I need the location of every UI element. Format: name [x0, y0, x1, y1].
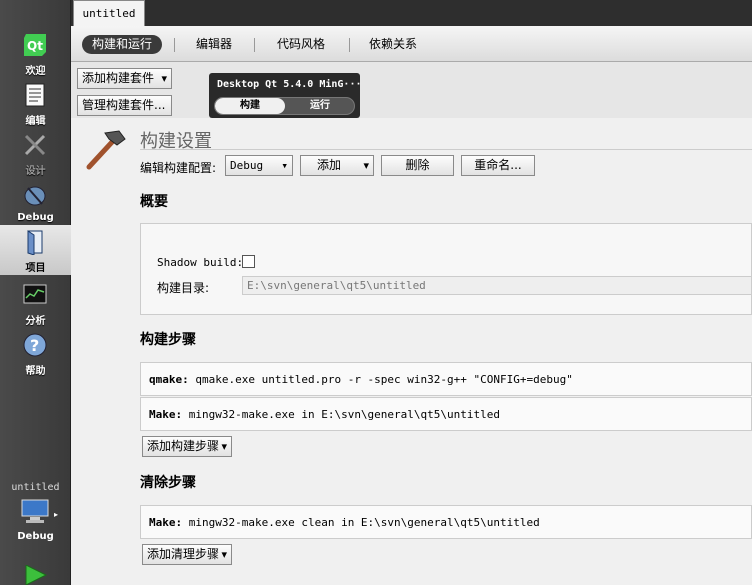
build-dir-label: 构建目录:	[157, 281, 210, 295]
clean-make-step[interactable]: Make: mingw32-make.exe clean in E:\svn\g…	[140, 505, 752, 539]
tab-code-style[interactable]: 代码风格	[269, 35, 333, 54]
step-name: Make:	[149, 408, 183, 421]
mode-analyze[interactable]: 分析	[0, 278, 71, 328]
add-clean-step-button[interactable]: 添加清理步骤	[142, 544, 232, 565]
general-box	[140, 223, 752, 315]
add-build-step-button[interactable]: 添加构建步骤	[142, 436, 232, 457]
computer-icon	[21, 499, 49, 523]
project-folder-icon	[27, 230, 43, 255]
rename-config-button[interactable]: 重命名...	[461, 155, 535, 176]
build-settings-panel: 构建设置 编辑构建配置: Debug 添加 删除 重命名... 概要 Shado…	[71, 118, 752, 585]
manage-kits-button[interactable]: 管理构建套件...	[77, 95, 172, 116]
mode-label: 编辑	[25, 116, 46, 127]
kit-run-tab[interactable]: 运行	[285, 98, 354, 114]
mode-projects[interactable]: 项目	[0, 225, 71, 275]
project-settings-tabs: 构建和运行 编辑器 代码风格 依赖关系	[71, 26, 752, 62]
tab-separator	[174, 38, 175, 52]
mode-design[interactable]: 设计	[0, 128, 71, 178]
tab-separator	[349, 38, 350, 52]
shadow-build-checkbox[interactable]	[242, 255, 255, 268]
tab-dependencies[interactable]: 依赖关系	[362, 35, 424, 54]
tab-separator	[254, 38, 255, 52]
clean-steps-heading: 清除步骤	[140, 475, 196, 491]
mode-label: 项目	[25, 263, 46, 274]
tab-editor[interactable]: 编辑器	[188, 35, 240, 54]
qt-logo-icon: Qt	[24, 34, 46, 56]
document-icon	[25, 83, 45, 107]
mode-welcome[interactable]: Qt 欢迎	[0, 28, 71, 78]
mode-label: 设计	[25, 166, 46, 177]
shadow-build-label: Shadow build:	[157, 256, 244, 269]
build-steps-heading: 构建步骤	[140, 332, 196, 348]
design-tools-icon	[24, 134, 46, 156]
doc-tab-untitled[interactable]: untitled	[73, 0, 145, 26]
kit-panel: Desktop Qt 5.4.0 MinG··· 构建 运行	[209, 73, 362, 118]
mode-label: 分析	[25, 316, 46, 327]
step-command: mingw32-make.exe in E:\svn\general\qt5\u…	[188, 408, 501, 421]
kit-build-tab[interactable]: 构建	[215, 98, 285, 114]
add-kit-button[interactable]: 添加构建套件	[77, 68, 172, 89]
mode-label: 帮助	[25, 366, 46, 377]
mode-label: Debug	[17, 212, 54, 223]
mode-label: 欢迎	[25, 66, 46, 77]
qmake-step[interactable]: qmake: qmake.exe untitled.pro -r -spec w…	[140, 362, 752, 396]
target-selector[interactable]: untitled ▸ Debug	[0, 478, 71, 548]
build-dir-field[interactable]: E:\svn\general\qt5\untitled	[242, 276, 752, 295]
svg-text:?: ?	[30, 336, 39, 355]
build-config-select[interactable]: Debug	[225, 155, 293, 176]
debug-bug-icon	[24, 186, 46, 206]
run-play-icon[interactable]	[24, 565, 48, 585]
target-arrow-icon: ▸	[54, 510, 59, 519]
kit-name: Desktop Qt 5.4.0 MinG···	[217, 79, 362, 90]
add-config-button[interactable]: 添加	[300, 155, 374, 176]
analyze-monitor-icon	[23, 284, 47, 304]
target-config: Debug	[17, 531, 54, 542]
mode-help[interactable]: ? 帮助	[0, 328, 71, 378]
hammer-icon	[86, 130, 126, 170]
kit-bar	[71, 62, 752, 118]
step-command: qmake.exe untitled.pro -r -spec win32-g+…	[195, 373, 573, 386]
delete-config-button[interactable]: 删除	[381, 155, 454, 176]
general-heading: 概要	[140, 194, 168, 210]
edit-config-label: 编辑构建配置:	[140, 161, 217, 175]
svg-text:Qt: Qt	[27, 39, 43, 53]
mode-edit[interactable]: 编辑	[0, 78, 71, 128]
title-divider	[140, 149, 752, 150]
mode-bar: Qt 欢迎 编辑 设计 Debug 项目 分析 ? 帮助 untitled ▸ …	[0, 0, 71, 585]
tab-build-run[interactable]: 构建和运行	[82, 35, 162, 54]
step-name: Make:	[149, 516, 183, 529]
mode-debug[interactable]: Debug	[0, 178, 71, 228]
make-step[interactable]: Make: mingw32-make.exe in E:\svn\general…	[140, 397, 752, 431]
target-project: untitled	[11, 482, 60, 493]
step-name: qmake:	[149, 373, 189, 386]
help-icon: ?	[23, 333, 47, 357]
kit-build-run-switch: 构建 运行	[214, 97, 355, 115]
document-tab-strip: untitled	[71, 0, 752, 26]
step-command: mingw32-make.exe clean in E:\svn\general…	[188, 516, 540, 529]
